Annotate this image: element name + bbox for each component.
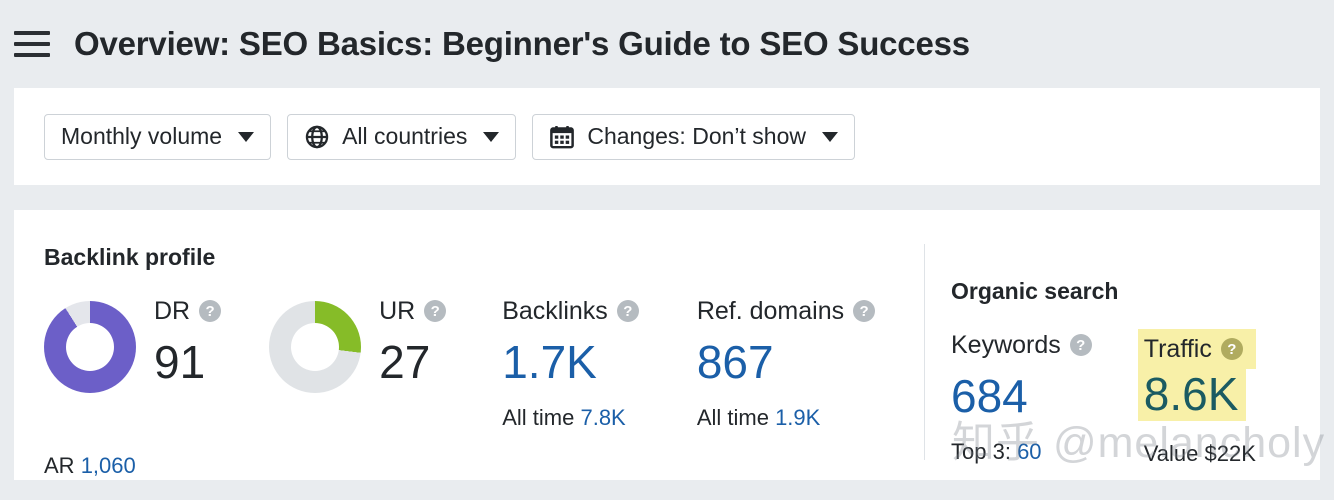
- filter-monthly-volume[interactable]: Monthly volume: [44, 113, 272, 160]
- ref-domains-help-icon[interactable]: ?: [853, 300, 876, 322]
- organic-search-section: Organic search Keywords ? 684 Top 3: 60 …: [924, 244, 1320, 466]
- traffic-value-row: Value $22K: [1144, 441, 1256, 467]
- filter-changes[interactable]: Changes: Don’t show: [532, 113, 855, 160]
- filter-bar: Monthly volume All countries Changes: Do…: [14, 88, 1320, 185]
- filter-changes-label: Changes: Don’t show: [587, 123, 806, 149]
- backlinks-alltime: All time 7.8K: [502, 405, 639, 431]
- chevron-down-icon: [238, 131, 255, 142]
- globe-icon: [304, 124, 330, 150]
- metrics-card: Backlink profile DR ? 91 UR ? 27 Backlin…: [14, 210, 1320, 480]
- hamburger-bar: [14, 31, 50, 35]
- page-header: Overview: SEO Basics: Beginner's Guide t…: [0, 0, 1334, 88]
- traffic-help-icon[interactable]: ?: [1220, 338, 1243, 360]
- keywords-value[interactable]: 684: [951, 373, 1092, 419]
- backlink-metrics-row: DR ? 91 UR ? 27 Backlinks ? 1.7K All tim…: [44, 295, 924, 431]
- backlink-profile-section: Backlink profile DR ? 91 UR ? 27 Backlin…: [14, 210, 924, 480]
- metric-traffic: Traffic ? 8.6K Value $22K: [1137, 329, 1256, 467]
- keywords-help-icon[interactable]: ?: [1069, 334, 1092, 356]
- dr-label: DR: [154, 296, 191, 325]
- backlinks-help-icon[interactable]: ?: [616, 300, 639, 322]
- keywords-top3: Top 3: 60: [951, 439, 1092, 465]
- metric-keywords: Keywords ? 684 Top 3: 60: [951, 329, 1092, 465]
- ar-row: AR 1,060: [44, 453, 924, 479]
- keywords-top3-label: Top 3:: [951, 439, 1011, 464]
- ar-label: AR: [44, 453, 75, 478]
- traffic-value[interactable]: 8.6K: [1144, 371, 1239, 417]
- chevron-down-icon: [483, 131, 500, 142]
- hamburger-bar: [14, 42, 50, 46]
- keywords-label: Keywords: [951, 330, 1061, 359]
- backlinks-label: Backlinks: [502, 296, 608, 325]
- metric-backlinks: Backlinks ? 1.7K All time 7.8K: [502, 295, 639, 431]
- organic-search-title: Organic search: [951, 278, 1119, 304]
- ur-value: 27: [379, 336, 431, 388]
- chevron-down-icon: [821, 131, 838, 142]
- backlinks-value[interactable]: 1.7K: [502, 339, 639, 385]
- traffic-label: Traffic: [1143, 334, 1212, 363]
- metric-ur: UR ? 27: [269, 295, 447, 393]
- traffic-head: Traffic ?: [1137, 329, 1256, 369]
- filter-monthly-volume-label: Monthly volume: [61, 123, 223, 149]
- ref-domains-alltime: All time 1.9K: [697, 405, 875, 431]
- filter-all-countries[interactable]: All countries: [287, 113, 517, 160]
- filter-all-countries-label: All countries: [342, 123, 468, 149]
- dr-value: 91: [154, 336, 206, 388]
- hamburger-icon[interactable]: [14, 29, 50, 59]
- metric-ref-domains: Ref. domains ? 867 All time 1.9K: [696, 295, 876, 431]
- traffic-value-amount: $22K: [1204, 441, 1256, 466]
- traffic-value-label: Value: [1143, 441, 1199, 466]
- ar-value[interactable]: 1,060: [81, 453, 136, 478]
- ref-domains-alltime-value[interactable]: 1.9K: [775, 405, 820, 430]
- ref-domains-value[interactable]: 867: [697, 339, 875, 385]
- organic-metrics-row: Keywords ? 684 Top 3: 60 Traffic ? 8.6K: [951, 329, 1320, 467]
- page-title: Overview: SEO Basics: Beginner's Guide t…: [74, 25, 970, 62]
- backlinks-alltime-label: All time: [502, 405, 575, 430]
- metric-dr: DR ? 91: [44, 295, 222, 393]
- ref-domains-alltime-label: All time: [696, 405, 769, 430]
- keywords-top3-value[interactable]: 60: [1017, 439, 1041, 464]
- hamburger-bar: [14, 53, 50, 57]
- calendar-icon: [549, 124, 575, 150]
- ur-donut-chart: [269, 301, 362, 393]
- backlinks-alltime-value[interactable]: 7.8K: [580, 405, 625, 430]
- ref-domains-label: Ref. domains: [696, 296, 845, 325]
- backlink-profile-title: Backlink profile: [44, 244, 216, 270]
- dr-donut-chart: [44, 301, 136, 393]
- traffic-value-highlight: 8.6K: [1137, 369, 1247, 421]
- ur-label: UR: [379, 296, 416, 325]
- ur-help-icon[interactable]: ?: [424, 300, 447, 322]
- card-gap: [0, 185, 1334, 210]
- dr-help-icon[interactable]: ?: [199, 300, 222, 322]
